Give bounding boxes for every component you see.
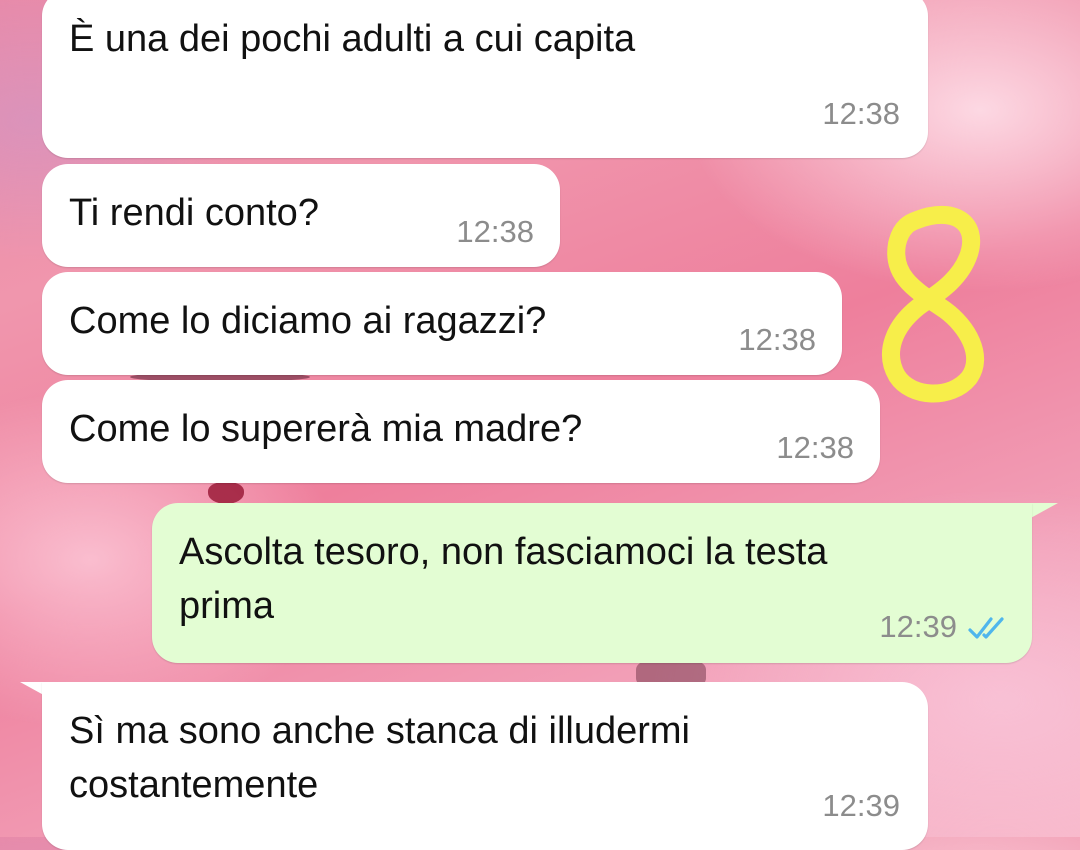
message-timestamp: 12:38 (456, 214, 534, 249)
message-text: Sì ma sono anche stanca di illudermi cos… (69, 710, 690, 806)
message-text: È una dei pochi adulti a cui capita (69, 18, 636, 60)
message-timestamp: 12:39 (879, 609, 957, 644)
message-timestamp: 12:38 (822, 96, 900, 131)
message-text: Ti rendi conto? (69, 192, 319, 234)
message-bubble-incoming[interactable]: Sì ma sono anche stanca di illudermi cos… (42, 682, 928, 850)
message-bubble-outgoing[interactable]: Ascolta tesoro, non fasciamoci la testa … (152, 503, 1032, 663)
double-check-read-icon (968, 617, 1004, 639)
message-bubble-incoming[interactable]: È una dei pochi adulti a cui capita 12:3… (42, 0, 928, 158)
message-text: Come lo diciamo ai ragazzi? (69, 300, 547, 342)
handwritten-annotation: 8 (855, 198, 985, 403)
background-heart-shape (208, 482, 244, 504)
message-text: Come lo supererà mia madre? (69, 408, 583, 450)
message-bubble-incoming[interactable]: Come lo diciamo ai ragazzi? 12:38 (42, 272, 842, 375)
annotation-text: 8 (855, 198, 856, 199)
message-bubble-incoming[interactable]: Come lo supererà mia madre? 12:38 (42, 380, 880, 483)
message-timestamp: 12:38 (738, 322, 816, 357)
message-timestamp: 12:38 (776, 430, 854, 465)
message-bubble-incoming[interactable]: Ti rendi conto? 12:38 (42, 164, 560, 267)
message-timestamp: 12:39 (822, 788, 900, 823)
message-text: Ascolta tesoro, non fasciamoci la testa … (179, 531, 828, 627)
